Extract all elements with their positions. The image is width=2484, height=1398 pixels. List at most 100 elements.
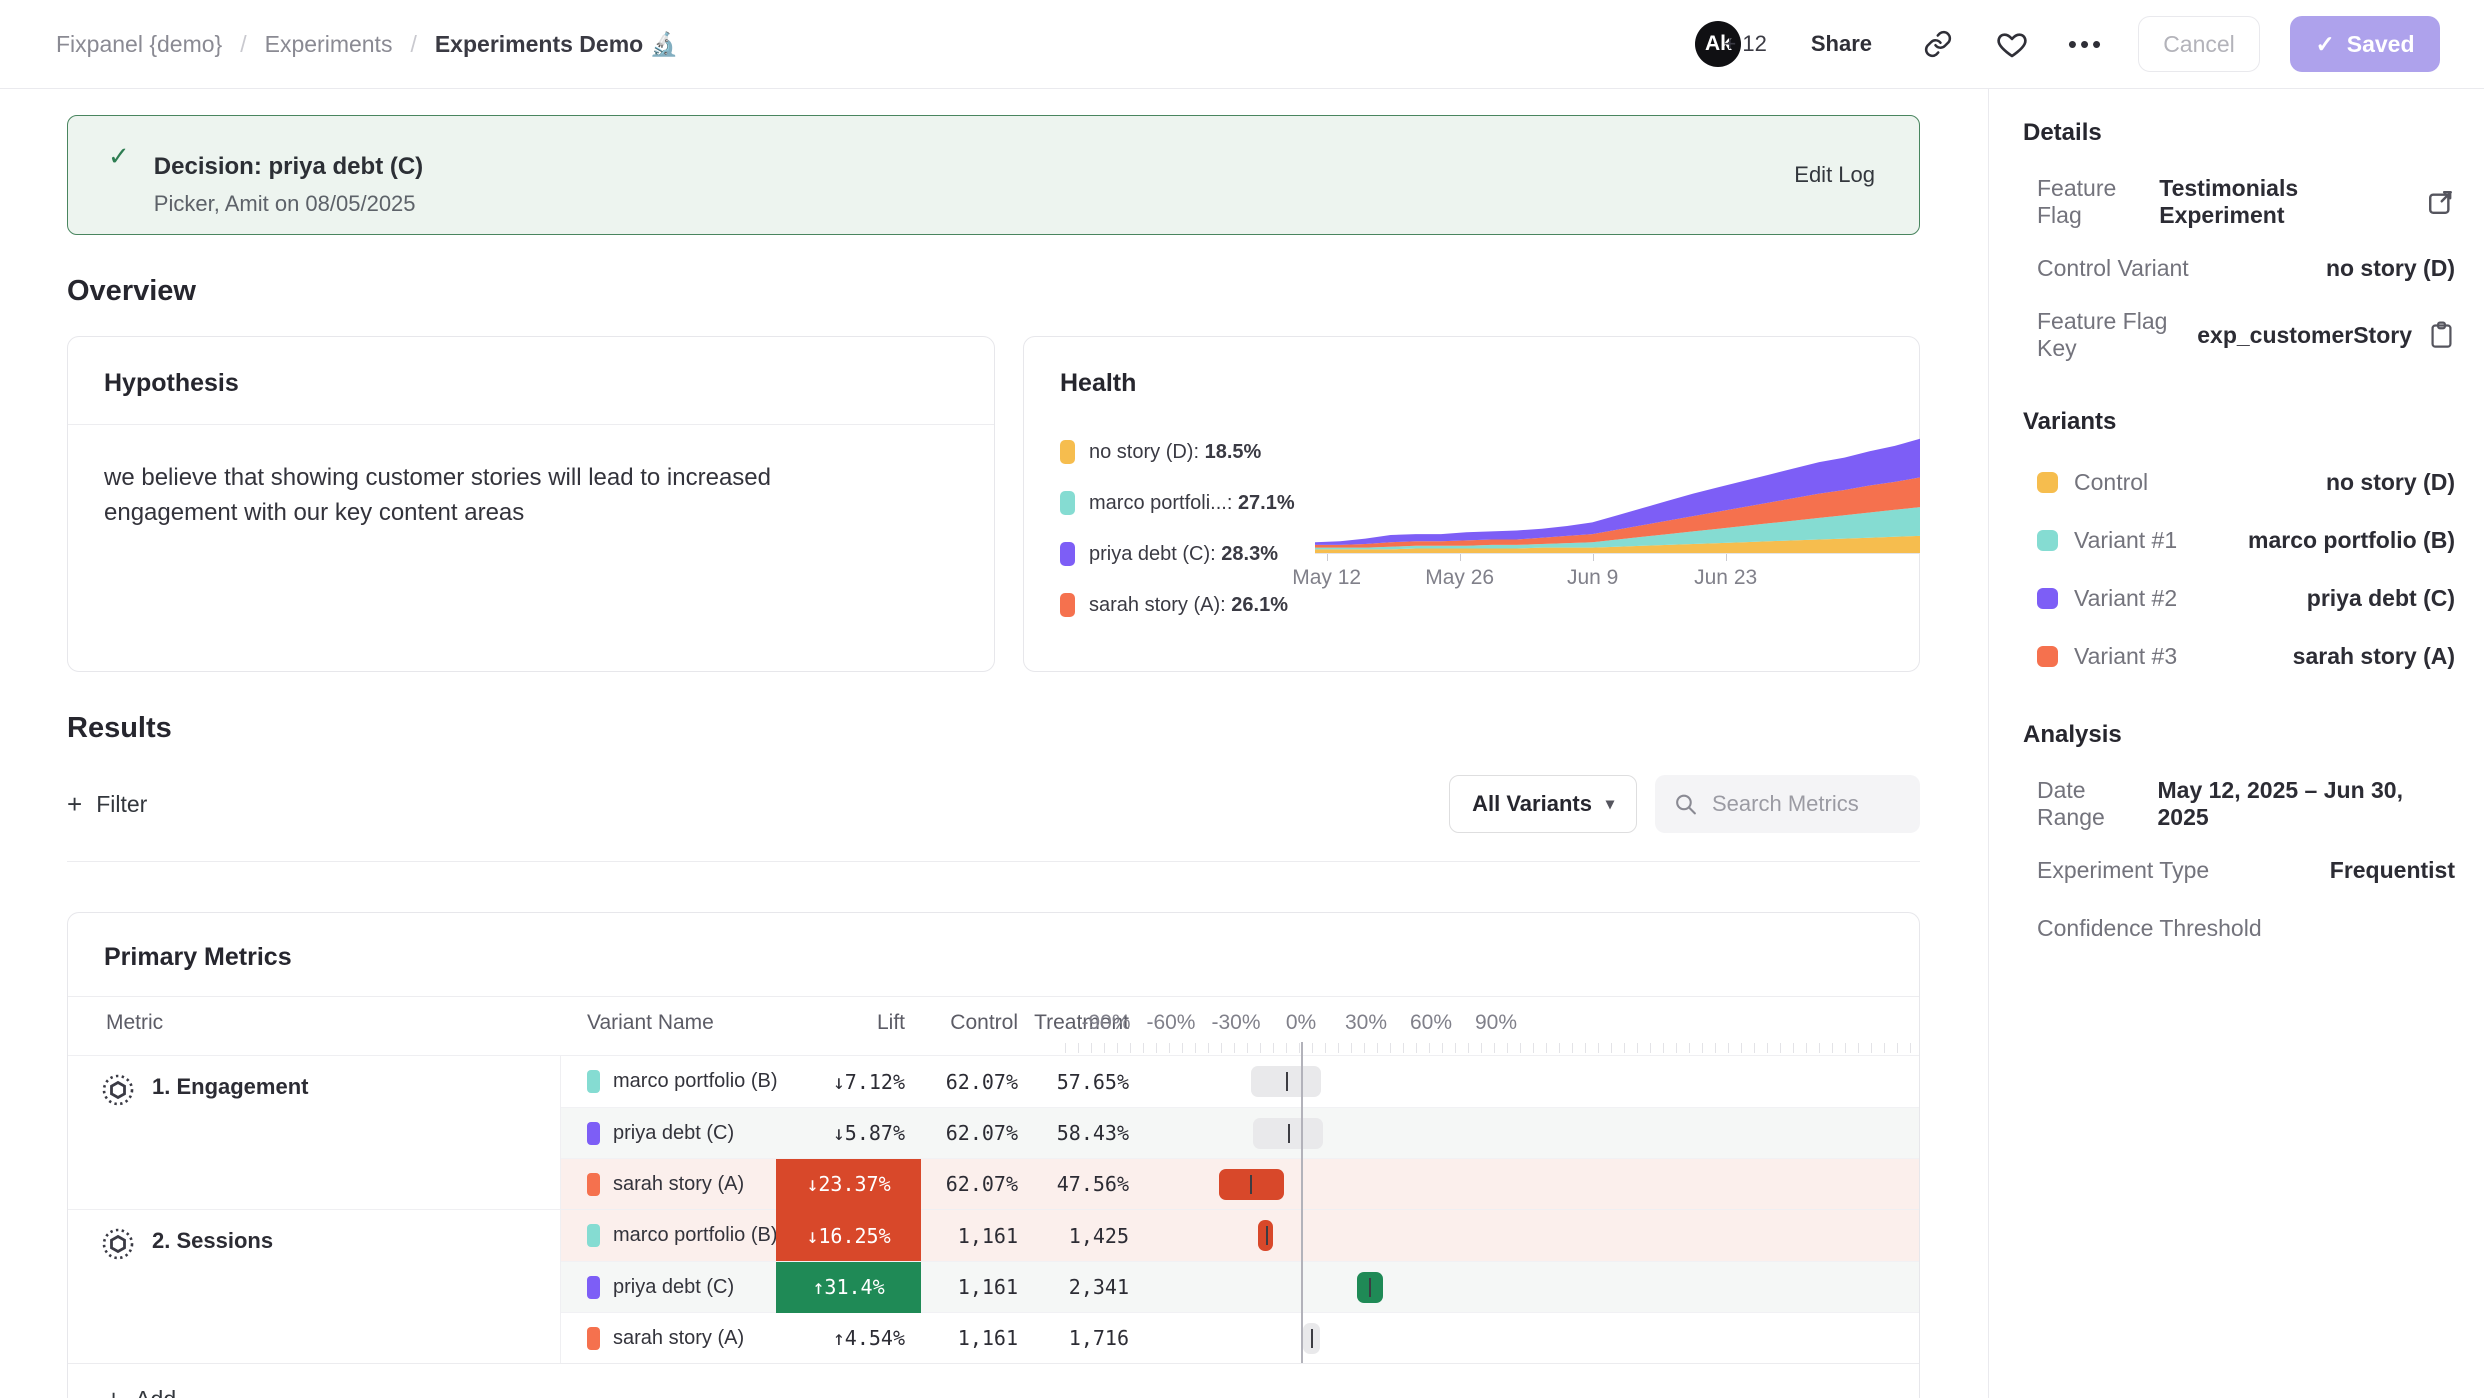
- legend-color-swatch: [1060, 440, 1075, 464]
- add-filter-button[interactable]: + Filter: [67, 789, 147, 820]
- search-metrics-input[interactable]: [1712, 791, 1902, 817]
- x-axis-tick-label: Jun 23: [1694, 566, 1757, 590]
- table-row[interactable]: marco portfolio (B)↓16.25%1,1611,425: [561, 1210, 1919, 1261]
- external-link-icon[interactable]: [2426, 188, 2455, 217]
- lift-cell: ↓5.87%: [776, 1108, 921, 1159]
- legend-label: no story (D): 18.5%: [1089, 441, 1261, 464]
- sidebar-row-value: sarah story (A): [2293, 643, 2455, 670]
- lift-cell: ↓16.25%: [776, 1210, 921, 1261]
- favorite-heart-icon[interactable]: [1990, 22, 2034, 66]
- more-menu-icon[interactable]: •••: [2064, 22, 2108, 66]
- minor-tick: [1208, 1043, 1209, 1053]
- sidebar-row-label: Variant #2: [2037, 585, 2177, 612]
- decision-banner: ✓ Decision: priya debt (C) Picker, Amit …: [67, 115, 1920, 235]
- minor-tick: [1299, 1043, 1300, 1053]
- metric-cell[interactable]: 2. Sessions: [68, 1210, 561, 1363]
- decision-subtitle: Picker, Amit on 08/05/2025: [154, 191, 1794, 217]
- minor-tick: [1221, 1043, 1222, 1053]
- minor-tick: [1832, 1043, 1833, 1053]
- sidebar-row: Date RangeMay 12, 2025 – Jun 30, 2025: [2023, 777, 2455, 831]
- legend-color-swatch: [1060, 491, 1075, 515]
- avatar-overflow-count[interactable]: + 12: [1723, 31, 1766, 57]
- table-row[interactable]: sarah story (A)↑4.54%1,1611,716: [561, 1312, 1919, 1363]
- variant-color-swatch: [2037, 646, 2058, 667]
- analysis-title: Analysis: [2023, 721, 2455, 749]
- health-legend-item: sarah story (A): 26.1%: [1060, 593, 1295, 617]
- breadcrumb-section[interactable]: Experiments: [265, 31, 393, 58]
- sidebar-row-label: Feature Flag Key: [2037, 308, 2197, 362]
- primary-metrics-card: Primary Metrics Metric Variant Name Lift…: [67, 912, 1920, 1398]
- copy-link-icon[interactable]: [1916, 22, 1960, 66]
- sidebar-row-label: Date Range: [2037, 777, 2158, 831]
- health-legend: no story (D): 18.5% marco portfoli...: 27…: [1060, 428, 1295, 617]
- breadcrumb-root[interactable]: Fixpanel {demo}: [56, 31, 222, 58]
- health-legend-item: marco portfoli...: 27.1%: [1060, 491, 1295, 515]
- minor-tick: [1793, 1043, 1794, 1053]
- table-row[interactable]: priya debt (C)↑31.4%1,1612,341: [561, 1261, 1919, 1312]
- add-metric-label: Add: [135, 1386, 176, 1398]
- lift-significance-badge: ↑31.4%: [776, 1262, 921, 1313]
- clipboard-icon[interactable]: [2428, 321, 2455, 350]
- minor-tick: [1741, 1043, 1742, 1053]
- confidence-interval-cell: [1131, 1313, 1919, 1364]
- zero-baseline: [1301, 1042, 1303, 1363]
- variant-name: priya debt (C): [613, 1122, 734, 1145]
- edit-log-button[interactable]: Edit Log: [1794, 162, 1875, 188]
- metric-rows: marco portfolio (B)↓7.12%62.07%57.65% pri…: [561, 1056, 1919, 1209]
- add-metric-button[interactable]: + Add: [106, 1384, 1919, 1398]
- estimate-marker: [1369, 1278, 1371, 1297]
- lift-cell: ↑4.54%: [776, 1313, 921, 1364]
- column-header-lift: Lift: [776, 997, 921, 1055]
- search-icon: [1673, 791, 1698, 817]
- variant-filter-dropdown[interactable]: All Variants ▾: [1449, 775, 1637, 833]
- metric-rows: marco portfolio (B)↓16.25%1,1611,425priy…: [561, 1210, 1919, 1363]
- minor-tick: [1481, 1043, 1482, 1053]
- minor-tick: [1884, 1043, 1885, 1053]
- sidebar-row: Feature FlagTestimonials Experiment: [2023, 175, 2455, 229]
- breadcrumb-current: Experiments Demo 🔬: [435, 31, 678, 58]
- health-legend-item: priya debt (C): 28.3%: [1060, 542, 1295, 566]
- table-row[interactable]: priya debt (C)↓5.87%62.07%58.43%: [561, 1107, 1919, 1158]
- minor-tick: [1416, 1043, 1417, 1053]
- app-header: Fixpanel {demo} / Experiments / Experime…: [0, 0, 2484, 89]
- variant-cell: sarah story (A): [561, 1327, 776, 1350]
- overview-heading: Overview: [67, 275, 1920, 308]
- x-axis-tick-label: May 26: [1425, 566, 1494, 590]
- health-legend-item: no story (D): 18.5%: [1060, 440, 1295, 464]
- hypothesis-card: Hypothesis we believe that showing custo…: [67, 336, 995, 672]
- x-axis-tick: [1460, 554, 1461, 561]
- legend-label: sarah story (A): 26.1%: [1089, 594, 1288, 617]
- minor-tick: [1858, 1043, 1859, 1053]
- sidebar-section-details: Details Feature FlagTestimonials Experim…: [2023, 119, 2455, 362]
- metrics-table-body: 1. Engagement marco portfolio (B)↓7.12%62…: [68, 1055, 1919, 1363]
- decision-title: Decision: priya debt (C): [154, 153, 1794, 181]
- metric-group: 2. Sessionsmarco portfolio (B)↓16.25%1,1…: [68, 1209, 1919, 1363]
- minor-tick: [1143, 1043, 1144, 1053]
- chevron-down-icon: ▾: [1606, 794, 1614, 814]
- x-axis-tick: [1327, 554, 1328, 561]
- legend-value: 26.1%: [1231, 594, 1288, 616]
- metric-name: 1. Engagement: [152, 1068, 308, 1100]
- cancel-button[interactable]: Cancel: [2138, 16, 2260, 72]
- minor-tick: [1312, 1043, 1313, 1053]
- sidebar-row-label: Feature Flag: [2037, 175, 2159, 229]
- minor-tick: [1429, 1043, 1430, 1053]
- sidebar-row-value: priya debt (C): [2307, 585, 2455, 612]
- sidebar-row-value: exp_customerStory: [2197, 321, 2455, 350]
- minor-tick: [1598, 1043, 1599, 1053]
- minor-tick: [1611, 1043, 1612, 1053]
- breadcrumb: Fixpanel {demo} / Experiments / Experime…: [56, 31, 678, 58]
- minor-tick: [1559, 1043, 1560, 1053]
- breadcrumb-separator: /: [240, 31, 246, 58]
- table-row[interactable]: sarah story (A)↓23.37%62.07%47.56%: [561, 1158, 1919, 1209]
- sidebar-row-value: no story (D): [2326, 255, 2455, 282]
- lift-axis-label: 30%: [1345, 1011, 1387, 1035]
- minor-tick: [1195, 1043, 1196, 1053]
- saved-button[interactable]: ✓ Saved: [2290, 16, 2440, 72]
- minor-tick: [1182, 1043, 1183, 1053]
- search-metrics-box[interactable]: [1655, 775, 1920, 833]
- lift-axis-label: 60%: [1410, 1011, 1452, 1035]
- share-button[interactable]: Share: [1797, 21, 1886, 67]
- metric-cell[interactable]: 1. Engagement: [68, 1056, 561, 1209]
- table-row[interactable]: marco portfolio (B)↓7.12%62.07%57.65%: [561, 1056, 1919, 1107]
